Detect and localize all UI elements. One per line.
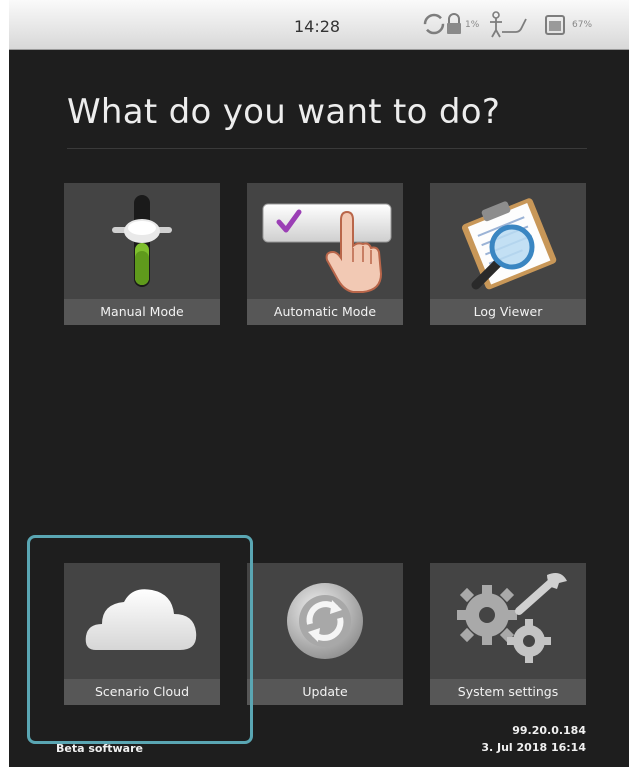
manual-mode-button[interactable]: Manual Mode	[64, 183, 220, 325]
battery-icon	[545, 15, 565, 35]
system-settings-button[interactable]: System settings	[430, 563, 586, 705]
system-settings-label: System settings	[430, 679, 586, 705]
automatic-mode-label: Automatic Mode	[247, 299, 403, 325]
status-bar: 14:28 1% 67%	[9, 0, 629, 50]
touch-check-icon	[262, 203, 392, 293]
build-date: 3. Jul 2018 16:14	[481, 741, 586, 754]
refresh-icon	[287, 583, 363, 659]
connection-icon	[490, 11, 527, 38]
update-button[interactable]: Update	[247, 563, 403, 705]
selection-highlight	[27, 535, 253, 744]
version-info: 99.20.0.184 3. Jul 2018 16:14	[481, 722, 586, 756]
version-number: 99.20.0.184	[512, 724, 586, 737]
device-screen: 14:28 1% 67% What do you want to do? Man…	[9, 0, 629, 767]
status-time: 14:28	[294, 17, 341, 36]
log-viewer-button[interactable]: Log Viewer	[430, 183, 586, 325]
status-signal-percent: 1%	[465, 20, 480, 30]
page-title: What do you want to do?	[67, 92, 501, 132]
clipboard-magnifier-icon	[461, 198, 557, 290]
title-divider	[67, 148, 587, 149]
slider-icon	[112, 195, 172, 287]
manual-mode-label: Manual Mode	[64, 299, 220, 325]
automatic-mode-button[interactable]: Automatic Mode	[247, 183, 403, 325]
sync-icon	[423, 13, 445, 35]
status-battery-percent: 67%	[572, 20, 593, 30]
lock-icon	[447, 13, 461, 34]
beta-notice: Beta software	[56, 742, 143, 755]
log-viewer-label: Log Viewer	[430, 299, 586, 325]
update-label: Update	[247, 679, 403, 705]
gears-wrench-icon	[457, 573, 567, 663]
